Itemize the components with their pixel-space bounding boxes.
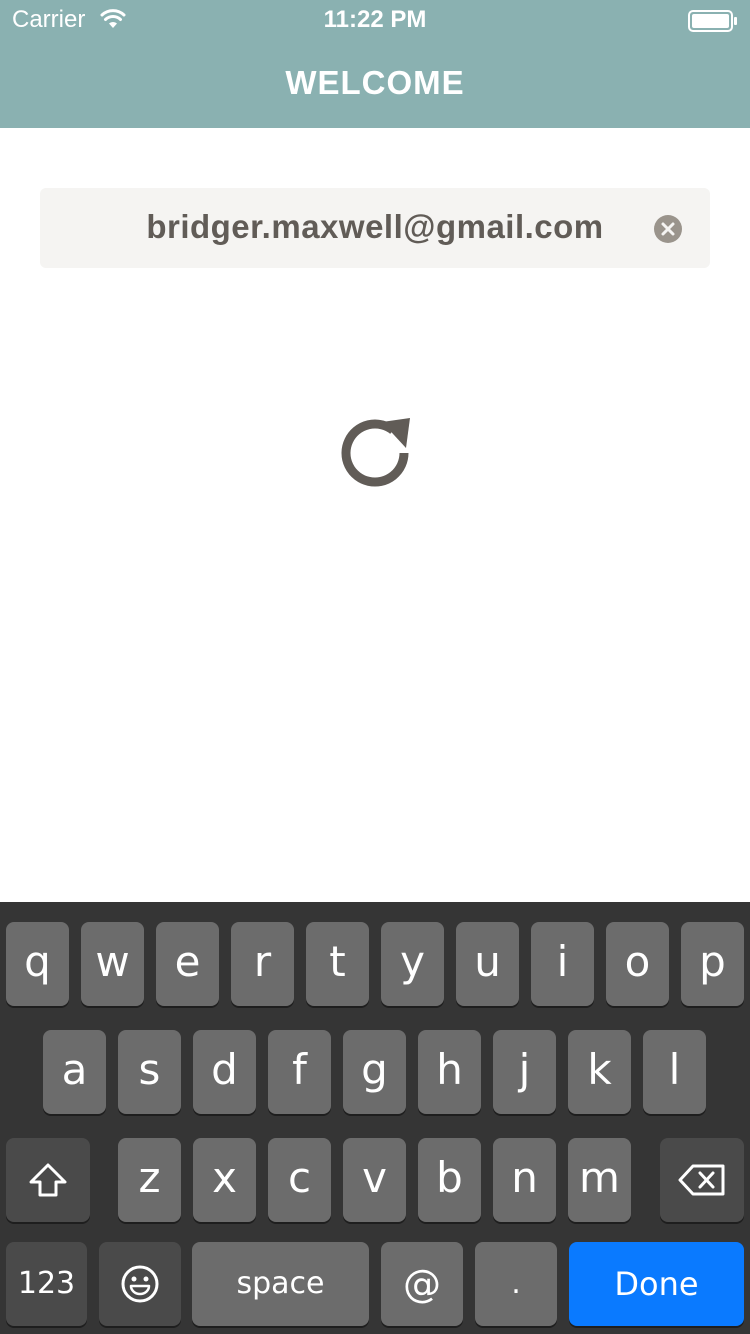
- email-value[interactable]: bridger.maxwell@gmail.com: [40, 208, 710, 246]
- backspace-icon: [678, 1164, 725, 1196]
- header: Carrier 11:22 PM WELCOME: [0, 0, 750, 128]
- emoji-icon: [121, 1265, 159, 1303]
- shift-icon: [29, 1163, 67, 1197]
- key-r[interactable]: r: [231, 922, 294, 1006]
- key-o[interactable]: o: [606, 922, 669, 1006]
- key-w[interactable]: w: [81, 922, 144, 1006]
- key-b[interactable]: b: [418, 1138, 481, 1222]
- key-f[interactable]: f: [268, 1030, 331, 1114]
- emoji-key[interactable]: [99, 1242, 181, 1326]
- key-t[interactable]: t: [306, 922, 369, 1006]
- key-j[interactable]: j: [493, 1030, 556, 1114]
- done-button[interactable]: Done: [569, 1242, 744, 1326]
- space-key[interactable]: space: [192, 1242, 369, 1326]
- key-e[interactable]: e: [156, 922, 219, 1006]
- period-key[interactable]: .: [475, 1242, 557, 1326]
- key-z[interactable]: z: [118, 1138, 181, 1222]
- backspace-key[interactable]: [660, 1138, 744, 1222]
- key-p[interactable]: p: [681, 922, 744, 1006]
- key-g[interactable]: g: [343, 1030, 406, 1114]
- key-m[interactable]: m: [568, 1138, 631, 1222]
- shift-key[interactable]: [6, 1138, 90, 1222]
- key-s[interactable]: s: [118, 1030, 181, 1114]
- battery-icon: [688, 10, 737, 32]
- email-field[interactable]: bridger.maxwell@gmail.com: [40, 188, 710, 268]
- key-c[interactable]: c: [268, 1138, 331, 1222]
- key-l[interactable]: l: [643, 1030, 706, 1114]
- key-k[interactable]: k: [568, 1030, 631, 1114]
- key-i[interactable]: i: [531, 922, 594, 1006]
- key-x[interactable]: x: [193, 1138, 256, 1222]
- at-key[interactable]: @: [381, 1242, 463, 1326]
- key-v[interactable]: v: [343, 1138, 406, 1222]
- clear-icon[interactable]: [654, 215, 682, 243]
- key-a[interactable]: a: [43, 1030, 106, 1114]
- key-n[interactable]: n: [493, 1138, 556, 1222]
- key-d[interactable]: d: [193, 1030, 256, 1114]
- keyboard: q w e r t y u i o p a s d f g h j k l z …: [0, 902, 750, 1334]
- status-bar: Carrier 11:22 PM: [0, 0, 750, 40]
- key-u[interactable]: u: [456, 922, 519, 1006]
- key-y[interactable]: y: [381, 922, 444, 1006]
- refresh-icon: [341, 418, 410, 487]
- page-title: WELCOME: [285, 64, 465, 101]
- key-q[interactable]: q: [6, 922, 69, 1006]
- status-time: 11:22 PM: [323, 6, 427, 33]
- numbers-key[interactable]: 123: [6, 1242, 87, 1326]
- key-h[interactable]: h: [418, 1030, 481, 1114]
